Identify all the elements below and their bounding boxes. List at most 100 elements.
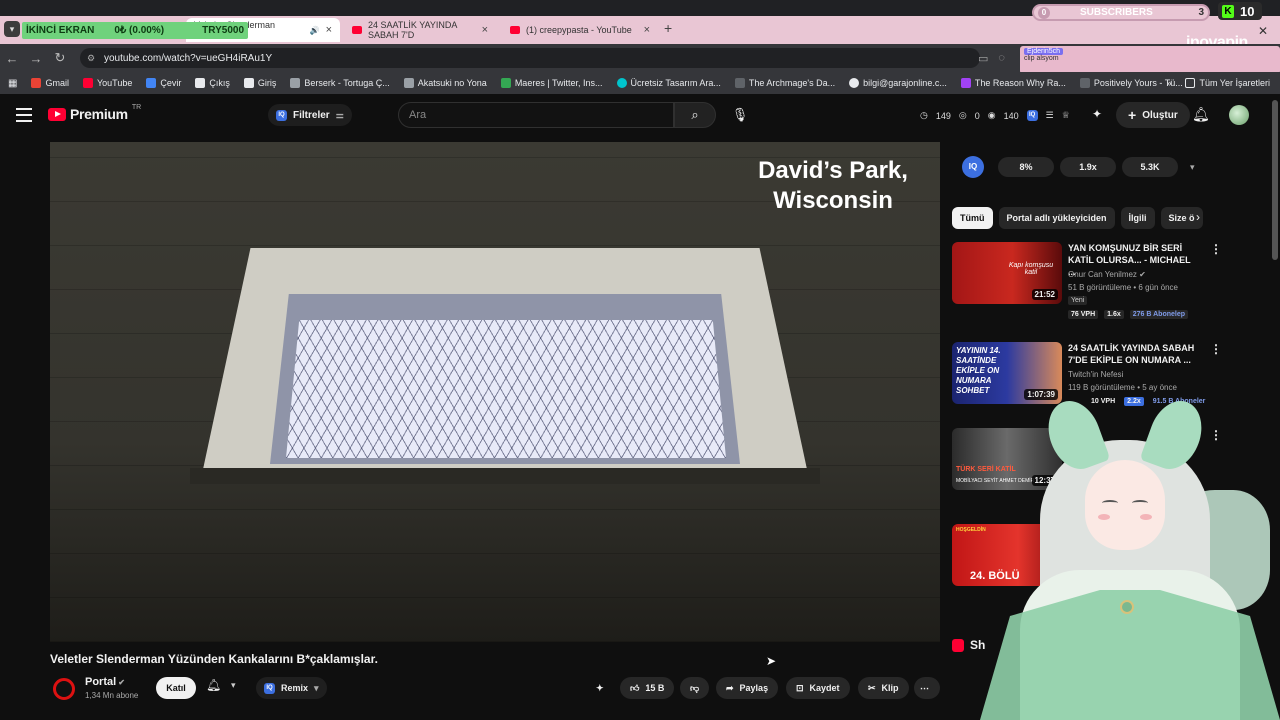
youtube-logo[interactable]: Premium TR: [48, 104, 141, 122]
site-info-icon[interactable]: ⚙: [87, 53, 95, 64]
create-button[interactable]: + Oluştur: [1116, 102, 1190, 128]
site-icon: [403, 78, 414, 88]
vph-pill: 76 VPH: [1068, 310, 1099, 319]
all-bookmarks[interactable]: Tüm Yer İşaretleri: [1185, 78, 1270, 88]
bookmark-item[interactable]: The Reason Why Ra...: [960, 78, 1066, 88]
bookmark-item[interactable]: Maeres | Twitter, Ins...: [500, 78, 603, 88]
tab-second[interactable]: 24 SAATLİK YAYINDA SABAH 7'D ×: [344, 18, 496, 42]
sparkle-icon[interactable]: ✦: [596, 677, 604, 699]
chip-related[interactable]: İlgili: [1120, 207, 1155, 229]
chevron-right-icon[interactable]: ›: [1196, 210, 1200, 224]
video-player[interactable]: David’s Park, Wisconsin: [50, 142, 940, 642]
bookmark-label: Çevir: [160, 78, 182, 88]
video-thumbnail[interactable]: Kapı komşusu katil 21:52: [952, 242, 1062, 304]
subscription-bell-icon[interactable]: 🔔︎: [206, 678, 221, 692]
thumbnail-text: YAYININ 14. SAATİNDE EKİPLE ON NUMARA SO…: [956, 346, 1001, 395]
bookmark-item[interactable]: Akatsuki no Yona: [403, 78, 487, 88]
apps-icon[interactable]: ▦: [8, 78, 17, 89]
more-bookmarks-icon[interactable]: »: [1166, 78, 1171, 88]
search-input[interactable]: Ara: [398, 102, 674, 128]
bookmark-label: YouTube: [96, 78, 133, 88]
channel-avatar[interactable]: [53, 678, 75, 700]
related-video[interactable]: YAYININ 14. SAATİNDE EKİPLE ON NUMARA SO…: [952, 342, 1222, 412]
reload-icon[interactable]: ↻: [48, 50, 72, 66]
menu-icon[interactable]: [16, 108, 32, 126]
related-video[interactable]: TÜRK SERİ KATİL MOBİLYACI SEYİT AHMET DE…: [952, 428, 1222, 498]
bookmark-item[interactable]: Çıkış: [195, 78, 230, 88]
related-video[interactable]: HOŞGELDİN 24. BÖLÜ: [952, 524, 1222, 594]
bookmark-item[interactable]: The Archmage's Da...: [734, 78, 835, 88]
clock-icon: ◷: [920, 110, 928, 120]
bookmark-item[interactable]: Ücretsiz Tasarım Ara...: [616, 78, 721, 88]
trophy-icon[interactable]: ♕: [1062, 110, 1070, 121]
forward-icon[interactable]: →: [24, 51, 48, 66]
filters-button[interactable]: IQ Filtreler ⚌: [268, 104, 352, 126]
like-button[interactable]: 👍︎ 15 B: [620, 677, 675, 699]
bookmark-label: Akatsuki no Yona: [417, 78, 487, 88]
bookmark-item[interactable]: bilgi@garajonline.c...: [849, 78, 947, 88]
goal-amount: TRY5000: [202, 25, 244, 36]
bookmark-item[interactable]: Berserk - Tortuga Ç...: [290, 78, 390, 88]
close-tab-icon[interactable]: ×: [482, 24, 488, 36]
notifications-icon[interactable]: 🔔︎: [1192, 106, 1210, 123]
bookmark-item[interactable]: Çevir: [146, 78, 181, 88]
logo-text: Premium: [70, 106, 128, 122]
close-tab-icon[interactable]: ×: [326, 24, 332, 36]
site-icon: [1079, 78, 1090, 88]
related-video[interactable]: Kapı komşusu katil 21:52 YAN KOMŞUNUZ Bİ…: [952, 242, 1222, 319]
more-vert-icon[interactable]: ⋮: [1210, 428, 1222, 442]
avatar[interactable]: [1229, 105, 1249, 125]
share-button[interactable]: ➦ Paylaş: [716, 677, 779, 699]
save-button[interactable]: ⊡ Kaydet: [786, 677, 850, 699]
chevron-down-icon[interactable]: ▾: [1190, 162, 1195, 173]
video-thumbnail[interactable]: HOŞGELDİN 24. BÖLÜ: [952, 524, 1062, 586]
chip-uploader[interactable]: Portal adlı yükleyiciden: [998, 207, 1115, 229]
more-actions-icon[interactable]: ⋯: [914, 677, 940, 699]
video-thumbnail[interactable]: TÜRK SERİ KATİL MOBİLYACI SEYİT AHMET DE…: [952, 428, 1062, 490]
search-placeholder: Ara: [409, 109, 427, 121]
channel-name[interactable]: Portal ✔: [85, 676, 125, 688]
related-meta: 51 B görüntüleme • 6 gün önce: [1068, 283, 1178, 292]
dislike-button[interactable]: 👎︎: [680, 677, 710, 699]
bookmark-item[interactable]: Gmail: [31, 78, 69, 88]
bookmark-item[interactable]: YouTube: [82, 78, 133, 88]
chevron-down-icon[interactable]: ▾: [231, 680, 236, 691]
page-scrollbar[interactable]: [1272, 100, 1278, 260]
search-icon[interactable]: ⌕: [674, 102, 716, 128]
caption-line-1: David’s Park,: [758, 157, 908, 184]
all-bookmarks-label: Tüm Yer İşaretleri: [1199, 78, 1270, 88]
window-sill: [190, 468, 820, 484]
remix-button[interactable]: IQ Remix ▾: [256, 677, 327, 699]
close-tab-icon[interactable]: ×: [644, 24, 650, 36]
chip-all[interactable]: Tümü: [952, 207, 993, 229]
vidiq-stat: 1.9x: [1060, 157, 1116, 177]
vidiq-icon[interactable]: IQ: [1026, 110, 1038, 121]
video-thumbnail[interactable]: YAYININ 14. SAATİNDE EKİPLE ON NUMARA SO…: [952, 342, 1062, 404]
vidiq-logo[interactable]: IQ: [962, 156, 984, 178]
bookmark-item[interactable]: Giriş: [243, 78, 276, 88]
new-tab-icon[interactable]: +: [664, 20, 672, 36]
list-icon[interactable]: ☰: [1046, 110, 1054, 121]
more-vert-icon[interactable]: ⋮: [1210, 342, 1222, 356]
youtube-favicon-icon: [352, 26, 362, 34]
target-icon: ◎: [958, 110, 967, 120]
vidiq-stat: 5.3K: [1122, 157, 1178, 177]
donation-goal-bar: İKİNCİ EKRAN 0₺ (0.00%) TRY5000: [22, 22, 248, 39]
window-close-icon[interactable]: ✕: [1258, 24, 1268, 38]
sparkle-icon[interactable]: ✦: [1092, 107, 1102, 121]
shorts-label: Sh: [970, 638, 986, 652]
more-vert-icon[interactable]: ⋮: [1210, 242, 1222, 256]
tab-third[interactable]: (1) creepypasta - YouTube ×: [502, 18, 658, 42]
microphone-icon[interactable]: 🎙: [726, 102, 754, 128]
tab-search-icon[interactable]: ▾: [4, 21, 20, 37]
gmail-icon: [31, 78, 42, 88]
toolbar-icons: ▭ ◌: [978, 52, 1005, 65]
cast-icon[interactable]: ▭: [978, 52, 988, 65]
back-icon[interactable]: ←: [0, 51, 24, 66]
mouse-cursor-icon: ➤: [766, 654, 777, 668]
like-count: 15 B: [645, 683, 665, 693]
clip-button[interactable]: ✂ Klip: [858, 677, 909, 699]
eye-off-icon[interactable]: ◌: [998, 52, 1005, 65]
join-button[interactable]: Katıl: [156, 677, 196, 699]
address-bar[interactable]: ⚙ youtube.com/watch?v=ueGH4iRAu1Y: [80, 48, 980, 68]
